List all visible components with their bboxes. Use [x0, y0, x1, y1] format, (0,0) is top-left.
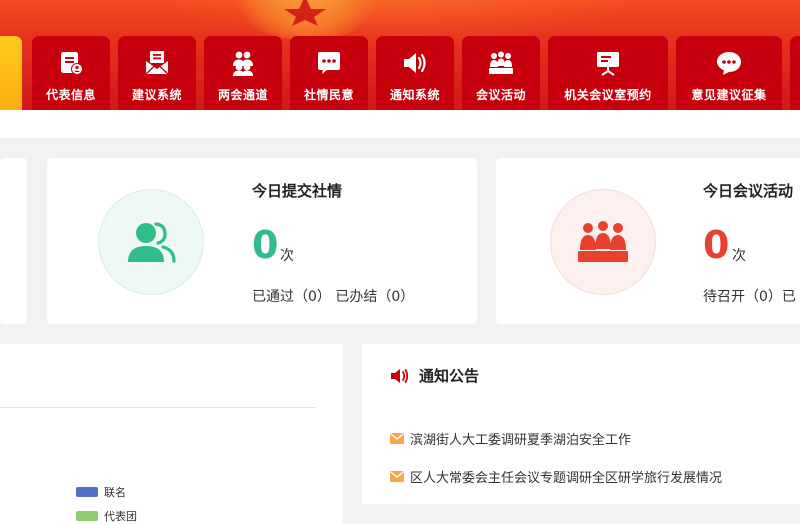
mail-icon	[390, 433, 404, 444]
nav-tab-label: 社情民意	[303, 88, 354, 102]
count-unit: 次	[280, 248, 294, 264]
count-value: 0	[252, 223, 279, 267]
nav-tab-label: 建议系统	[131, 88, 182, 102]
nav-tab-label: 意见建议征集	[691, 88, 767, 102]
meeting-icon-circle	[550, 189, 656, 295]
nav-tab-representative-info[interactable]: 代表信息	[32, 36, 110, 110]
legend-swatch	[76, 511, 98, 521]
speaker-icon	[391, 368, 409, 383]
meeting-audience-icon	[487, 49, 515, 77]
nav-tab-public-opinion[interactable]: 社情民意	[290, 36, 368, 110]
nav-tab-proposal-system[interactable]: 建议系统	[118, 36, 196, 110]
header-strip	[0, 110, 800, 138]
stat-card-meeting-activities[interactable]: 今日会议活动 0 次 待召开（0）已	[496, 158, 800, 324]
legend-label: 代表团	[104, 510, 137, 523]
mail-icon	[390, 471, 404, 482]
legend-swatch	[76, 487, 98, 497]
nav-tab-two-sessions[interactable]: 两会通道	[204, 36, 282, 110]
card-title: 今日提交社情	[252, 182, 343, 200]
legend-item-delegation[interactable]: 代表团	[76, 508, 137, 524]
notice-item[interactable]: 区人大常委会主任会议专题调研全区研学旅行发展情况	[390, 467, 722, 486]
people-icon	[128, 222, 176, 263]
card-title: 今日会议活动	[703, 182, 794, 200]
panel-divider	[0, 407, 316, 408]
notice-item-title: 滨湖街人大工委调研夏季湖泊安全工作	[410, 433, 632, 448]
nav-tab-label: 会议活动	[475, 88, 526, 102]
nav-tab-label: 两会通道	[217, 88, 268, 102]
nav-tab-partial-right[interactable]	[790, 36, 800, 110]
comment-bubble-icon	[715, 49, 743, 77]
nav-tab-opinion-collection[interactable]: 意见建议征集	[676, 36, 782, 110]
emblem-star-icon	[284, 0, 326, 26]
group-people-icon	[229, 49, 257, 77]
notice-item-title: 区人大常委会主任会议专题调研全区研学旅行发展情况	[410, 471, 723, 486]
presentation-board-icon	[594, 49, 622, 77]
status-summary: 已通过（0） 已办结（0）	[252, 289, 415, 305]
status-summary: 待召开（0）已	[703, 289, 796, 305]
chart-panel: 联名 代表团	[0, 344, 343, 524]
nav-tab-meeting-room-booking[interactable]: 机关会议室预约	[548, 36, 668, 110]
notice-title: 通知公告	[419, 367, 480, 385]
nav-tab-label: 通知系统	[389, 88, 440, 102]
count-unit: 次	[732, 248, 746, 264]
nav-tab-meeting-activities[interactable]: 会议活动	[462, 36, 540, 110]
legend-item-joint[interactable]: 联名	[76, 484, 126, 500]
nav-tab-label: 代表信息	[45, 88, 96, 102]
count-value: 0	[703, 223, 730, 267]
speaker-icon	[401, 49, 429, 77]
people-icon-circle	[98, 189, 204, 295]
chat-dots-icon	[315, 49, 343, 77]
meeting-icon	[578, 221, 628, 262]
representative-info-icon	[57, 49, 85, 77]
nav-tab-partial-left[interactable]	[0, 36, 22, 110]
nav-tab-label: 机关会议室预约	[564, 88, 652, 102]
legend-label: 联名	[104, 486, 126, 499]
proposal-envelope-icon	[143, 49, 171, 77]
stat-card-social-conditions[interactable]: 今日提交社情 0 次 已通过（0） 已办结（0）	[47, 158, 477, 324]
stat-card-partial	[0, 158, 27, 324]
nav-tab-notification-system[interactable]: 通知系统	[376, 36, 454, 110]
notice-header: 通知公告	[390, 365, 479, 386]
notice-item[interactable]: 滨湖街人大工委调研夏季湖泊安全工作	[390, 429, 631, 448]
